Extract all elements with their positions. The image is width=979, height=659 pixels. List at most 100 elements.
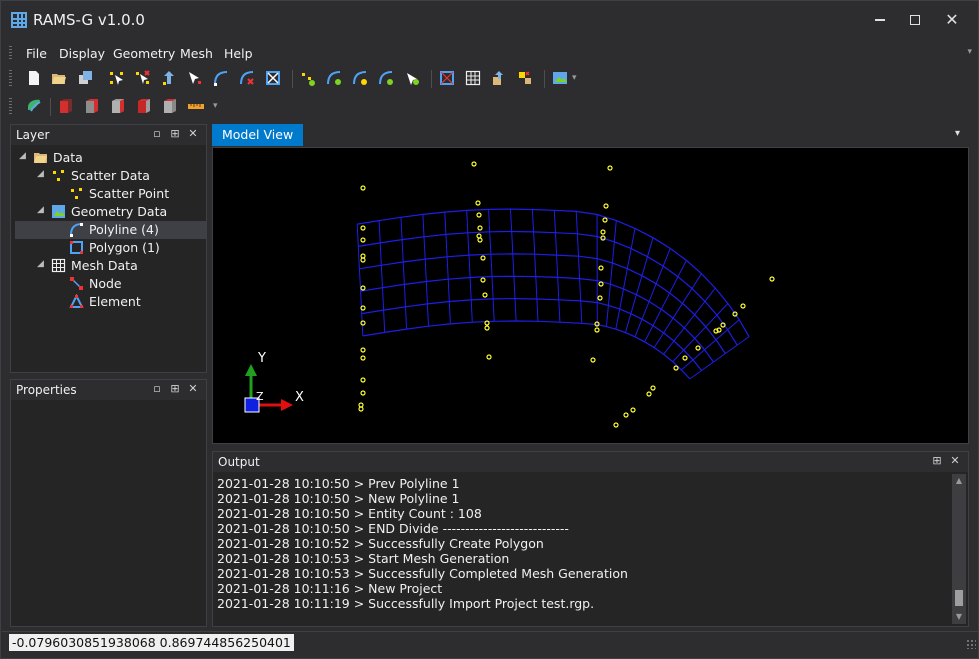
log-line: 2021-01-28 10:10:52 > Successfully Creat… bbox=[217, 536, 544, 551]
tree-item-scatter-data[interactable]: ◢ Scatter Data bbox=[15, 167, 206, 185]
line-tool-a-icon[interactable] bbox=[325, 69, 343, 87]
mesh-line bbox=[361, 297, 703, 371]
scatter-point bbox=[713, 328, 719, 334]
tree-item-polygon[interactable]: Polygon (1) bbox=[15, 239, 206, 257]
scroll-thumb[interactable] bbox=[955, 590, 963, 606]
pin-icon[interactable]: ⊞ bbox=[928, 454, 946, 467]
render-icon[interactable] bbox=[25, 97, 43, 115]
save-icon[interactable] bbox=[76, 69, 94, 87]
select-point-icon[interactable] bbox=[186, 69, 204, 87]
mesh-grid-icon[interactable] bbox=[464, 69, 482, 87]
close-button[interactable]: ✕ bbox=[935, 7, 969, 33]
tree-item-node[interactable]: Node bbox=[15, 275, 206, 293]
element-icon bbox=[69, 294, 84, 308]
tree-item-label: Polygon (1) bbox=[89, 240, 160, 255]
tree-item-data[interactable]: ◢ Data bbox=[15, 149, 206, 167]
tab-dropdown-icon[interactable]: ▾ bbox=[955, 128, 960, 139]
open-folder-icon[interactable] bbox=[50, 69, 68, 87]
view-front-icon[interactable] bbox=[57, 97, 75, 115]
polyline-icon bbox=[70, 223, 83, 237]
scatter-point bbox=[603, 203, 609, 209]
tree-expander-icon[interactable]: ◢ bbox=[37, 205, 44, 215]
output-scrollbar[interactable]: ▲ ▼ bbox=[952, 474, 966, 624]
menu-bar: File Display Geometry Mesh Help ▾ bbox=[9, 43, 974, 63]
new-file-icon[interactable] bbox=[25, 69, 43, 87]
tree-expander-icon[interactable]: ◢ bbox=[37, 259, 44, 269]
pin-icon[interactable]: ⊞ bbox=[166, 127, 184, 140]
menu-mesh[interactable]: Mesh bbox=[180, 46, 213, 61]
properties-panel-header: Properties ▫ ⊞ ✕ bbox=[11, 380, 206, 400]
output-panel-title: Output bbox=[218, 455, 260, 469]
menu-help[interactable]: Help bbox=[224, 46, 253, 61]
menu-overflow-icon[interactable]: ▾ bbox=[967, 47, 972, 57]
tree-item-element[interactable]: Element bbox=[15, 293, 206, 311]
ruler-icon[interactable] bbox=[187, 97, 205, 115]
output-panel: Output ⊞ ✕ 2021-01-28 10:10:50 > Prev Pol… bbox=[212, 451, 969, 627]
toolbar-overflow-icon[interactable]: ▾ bbox=[572, 73, 577, 83]
polygon-icon bbox=[70, 241, 83, 254]
polygon-icon[interactable] bbox=[438, 69, 456, 87]
move-point-icon[interactable] bbox=[160, 69, 178, 87]
view-left-icon[interactable] bbox=[109, 97, 127, 115]
menu-geometry[interactable]: Geometry bbox=[113, 46, 175, 61]
scatter-point bbox=[360, 185, 366, 191]
mesh-line bbox=[422, 214, 429, 327]
line-tool-d-icon[interactable] bbox=[403, 69, 421, 87]
layer-panel-header: Layer ▫ ⊞ ✕ bbox=[11, 125, 206, 145]
close-icon[interactable]: ✕ bbox=[184, 127, 202, 140]
tree-expander-icon[interactable]: ◢ bbox=[19, 151, 26, 161]
output-panel-header: Output ⊞ ✕ bbox=[213, 452, 968, 472]
point-tool-a-icon[interactable] bbox=[299, 69, 317, 87]
float-window-icon[interactable]: ▫ bbox=[148, 382, 166, 395]
log-line: 2021-01-28 10:11:19 > Successfully Impor… bbox=[217, 596, 595, 611]
select-polyline-icon[interactable] bbox=[264, 69, 282, 87]
scatter-point bbox=[600, 229, 606, 235]
scatter-point bbox=[360, 347, 366, 353]
mesh-line bbox=[634, 248, 671, 337]
pin-icon[interactable]: ⊞ bbox=[166, 382, 184, 395]
mesh-line bbox=[466, 210, 473, 323]
tree-item-geometry-data[interactable]: ◢ Geometry Data bbox=[15, 203, 206, 221]
line-tool-c-icon[interactable] bbox=[377, 69, 395, 87]
menu-display[interactable]: Display bbox=[59, 46, 105, 61]
scroll-down-icon[interactable]: ▼ bbox=[952, 610, 966, 624]
model-view-canvas[interactable]: Y Z X bbox=[212, 147, 969, 444]
line-tool-b-icon[interactable] bbox=[351, 69, 369, 87]
mesh-export-icon[interactable] bbox=[490, 69, 508, 87]
resize-grip-icon[interactable] bbox=[966, 639, 976, 649]
menu-file[interactable]: File bbox=[26, 46, 47, 61]
tree-item-label: Polyline (4) bbox=[89, 222, 159, 237]
toolbar-grip[interactable] bbox=[9, 98, 12, 116]
close-icon[interactable]: ✕ bbox=[184, 382, 202, 395]
title-bar[interactable]: RAMS-G v1.0.0 ✕ bbox=[1, 1, 978, 39]
tree-item-polyline[interactable]: Polyline (4) bbox=[15, 221, 206, 239]
view-back-icon[interactable] bbox=[83, 97, 101, 115]
add-point-icon[interactable] bbox=[108, 69, 126, 87]
tree-item-scatter-point[interactable]: Scatter Point bbox=[15, 185, 206, 203]
maximize-button[interactable] bbox=[898, 7, 932, 33]
tab-model-view[interactable]: Model View bbox=[212, 124, 304, 146]
delete-polyline-icon[interactable] bbox=[238, 69, 256, 87]
mesh-import-icon[interactable] bbox=[516, 69, 534, 87]
tree-expander-icon[interactable]: ◢ bbox=[37, 169, 44, 179]
tree-item-label: Geometry Data bbox=[71, 204, 168, 219]
scatter-point bbox=[360, 355, 366, 361]
log-line: 2021-01-28 10:10:53 > Successfully Compl… bbox=[217, 566, 628, 581]
minimize-button[interactable] bbox=[863, 7, 897, 33]
add-polyline-icon[interactable] bbox=[212, 69, 230, 87]
toolbar-overflow-icon[interactable]: ▾ bbox=[213, 101, 218, 111]
delete-point-icon[interactable] bbox=[134, 69, 152, 87]
toolbar-grip[interactable] bbox=[9, 70, 12, 88]
mesh-line bbox=[553, 210, 561, 323]
map-image-icon[interactable] bbox=[551, 69, 569, 87]
view-top-icon[interactable] bbox=[161, 97, 179, 115]
scroll-up-icon[interactable]: ▲ bbox=[952, 474, 966, 488]
float-window-icon[interactable]: ▫ bbox=[148, 127, 166, 140]
close-icon[interactable]: ✕ bbox=[946, 454, 964, 467]
tree-item-mesh-data[interactable]: ◢ Mesh Data bbox=[15, 257, 206, 275]
menubar-grip[interactable] bbox=[9, 46, 12, 60]
scatter-point bbox=[613, 422, 619, 428]
scatter-point bbox=[484, 325, 490, 331]
properties-panel: Properties ▫ ⊞ ✕ bbox=[10, 379, 207, 627]
view-right-icon[interactable] bbox=[135, 97, 153, 115]
